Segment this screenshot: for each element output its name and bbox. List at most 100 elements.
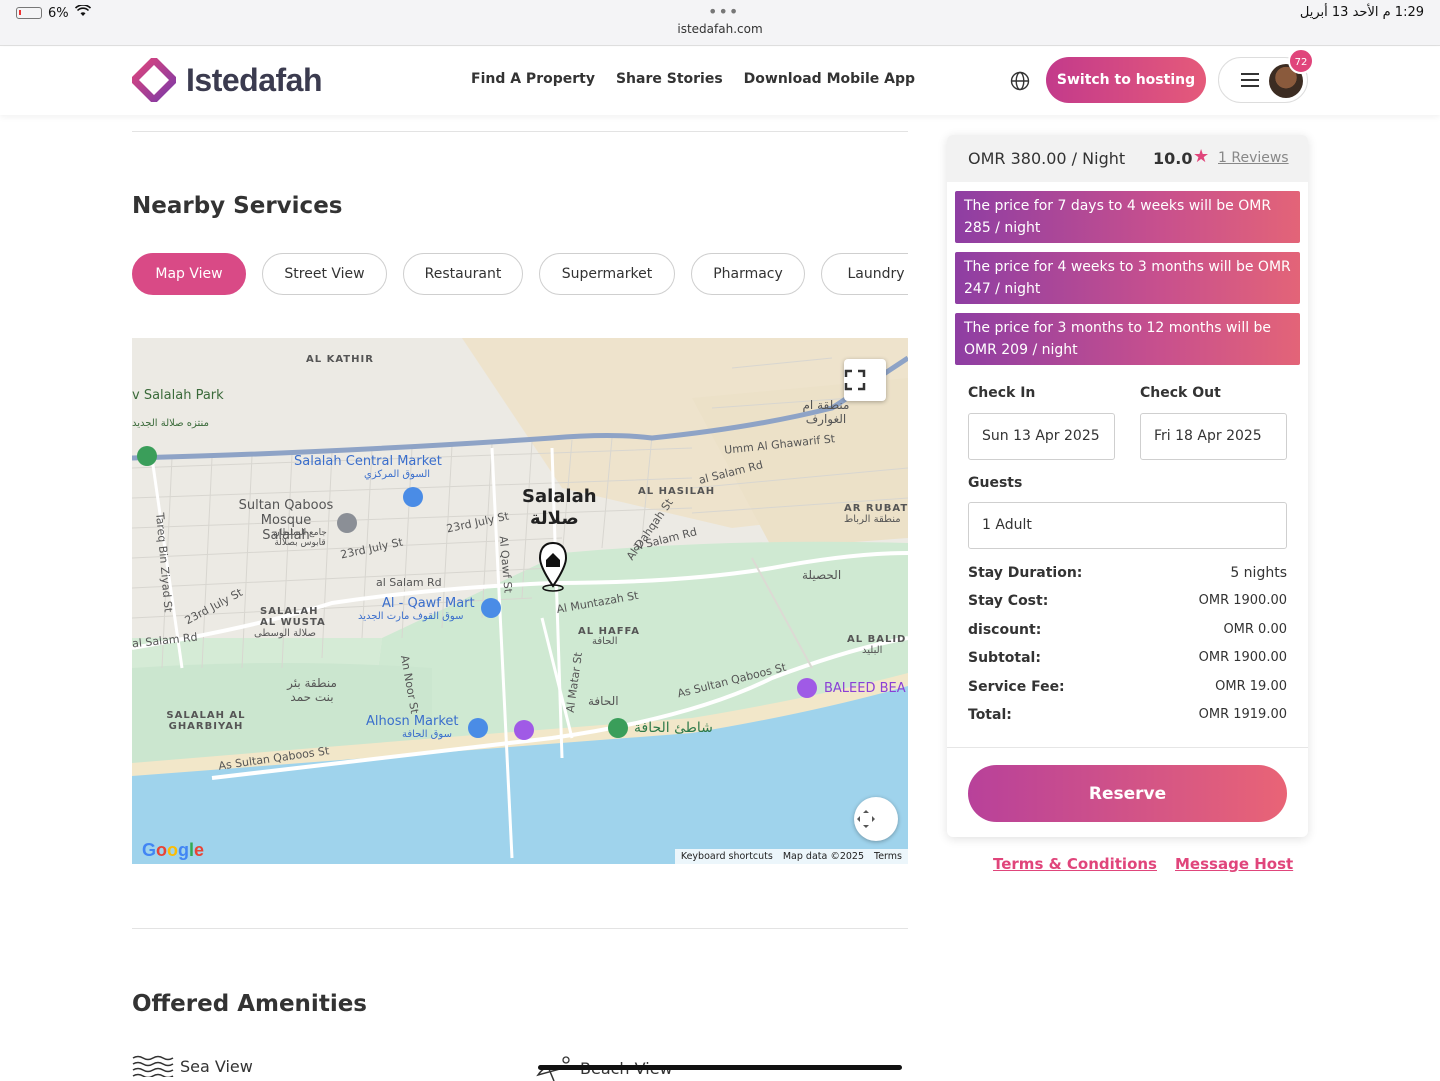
map-label-ar-rubat-ar: منطقة الرباط [844, 514, 901, 525]
star-icon: ★ [1193, 146, 1210, 167]
summary-row-service-fee: Service Fee: OMR 19.00 [968, 679, 1287, 695]
map-data-text: Map data ©2025 [782, 851, 865, 862]
brand-logo[interactable]: Istedafah [132, 58, 322, 102]
battery-percent: 6% [48, 5, 69, 21]
map-label-al-balid-ar: البليد [862, 645, 883, 656]
summary-value: OMR 1900.00 [1198, 650, 1287, 665]
map-label-bir-hamad-ar: منطقة بئر بنت حمد [287, 676, 337, 704]
booking-links: Terms & Conditions Message Host [993, 855, 1293, 873]
summary-label: Service Fee: [968, 679, 1065, 695]
map-label-gharbiyah: SALALAH AL GHARBIYAH [166, 710, 246, 732]
tab-laundry[interactable]: Laundry [821, 253, 908, 295]
map-label-haffa-beach-ar: شاطئ الحافة [634, 720, 713, 736]
map-attribution: Keyboard shortcuts Map data ©2025 Terms [674, 849, 908, 864]
map-view[interactable]: AL KATHIR v Salalah Park منتزه صلالة الج… [132, 338, 908, 864]
map-label-city-ar: صلالة [530, 508, 579, 529]
main-nav: Find A Property Share Stories Download M… [471, 71, 915, 87]
home-indicator[interactable] [538, 1065, 902, 1070]
reserve-button[interactable]: Reserve [968, 765, 1287, 822]
google-logo: Google [142, 840, 205, 860]
map-label-city: Salalah [522, 486, 597, 507]
tab-dots-icon[interactable]: ••• [708, 2, 739, 21]
nearby-tabs: Map View Street View Restaurant Supermar… [132, 253, 908, 297]
map-label-central-market-ar: السوق المركزي [364, 469, 431, 480]
address-bar-url[interactable]: istedafah.com [0, 22, 1440, 36]
promo-banner: The price for 7 days to 4 weeks will be … [955, 191, 1300, 243]
tab-restaurant[interactable]: Restaurant [403, 253, 523, 295]
reviews-link[interactable]: 1 Reviews [1218, 150, 1289, 166]
terms-link[interactable]: Terms & Conditions [993, 855, 1157, 873]
promo-banner: The price for 3 months to 12 months will… [955, 313, 1300, 365]
map-canvas [132, 338, 908, 864]
summary-row-discount: discount: OMR 0.00 [968, 622, 1287, 638]
check-out-field[interactable]: Fri 18 Apr 2025 [1140, 413, 1287, 460]
section-divider [132, 928, 908, 929]
nav-download-app[interactable]: Download Mobile App [744, 71, 915, 87]
map-terms-link[interactable]: Terms [874, 849, 902, 864]
check-out-label: Check Out [1140, 385, 1221, 401]
wifi-icon [74, 4, 91, 21]
summary-value: OMR 1919.00 [1198, 707, 1287, 722]
summary-label: discount: [968, 622, 1042, 638]
globe-icon[interactable] [1010, 71, 1030, 95]
keyboard-shortcuts-link[interactable]: Keyboard shortcuts [681, 849, 773, 864]
check-in-field[interactable]: Sun 13 Apr 2025 [968, 413, 1115, 460]
pan-control-button[interactable] [854, 797, 898, 841]
map-label-alhosn-market: Alhosn Market [366, 714, 459, 729]
check-in-label: Check In [968, 385, 1036, 401]
amenity-sea-view: Sea View [132, 1055, 253, 1077]
tab-supermarket[interactable]: Supermarket [539, 253, 675, 295]
nightly-price: OMR 380.00 / Night [968, 149, 1126, 168]
status-time-date: 1:29 م الأحد 13 أبريل [1299, 5, 1424, 20]
map-label-ar-rubat: AR RUBAT [844, 503, 908, 514]
map-label-al-salam-rd-west: al Salam Rd [376, 576, 442, 589]
summary-row-subtotal: Subtotal: OMR 1900.00 [968, 650, 1287, 666]
fullscreen-button[interactable] [844, 359, 886, 401]
booking-card: OMR 380.00 / Night 10.0 ★ 1 Reviews The … [947, 135, 1308, 837]
map-label-umm-al-ghawarif-ar: منطقة ام الغوارف [802, 398, 850, 426]
map-label-al-husayla-ar: الحصيلة [802, 568, 842, 582]
site-header: Istedafah Find A Property Share Stories … [0, 47, 1440, 115]
section-divider [132, 131, 908, 132]
nearby-services-title: Nearby Services [132, 193, 343, 219]
map-label-alhosn-market-ar: سوق الحافة [402, 729, 452, 740]
battery-icon [16, 7, 42, 19]
map-label-mosque-ar: جامع السلطان قابوس بصلالة [273, 528, 327, 548]
map-label-central-market: Salalah Central Market [294, 454, 442, 469]
map-label-salalah-wusta-ar: صلالة الوسطى [254, 628, 316, 639]
fullscreen-icon [844, 369, 866, 391]
amenities-title: Offered Amenities [132, 991, 367, 1017]
summary-value: OMR 19.00 [1215, 679, 1287, 694]
card-divider [947, 747, 1308, 748]
nav-share-stories[interactable]: Share Stories [616, 71, 723, 87]
promo-banner: The price for 4 weeks to 3 months will b… [955, 252, 1300, 304]
map-label-salalah-wusta: SALALAH AL WUSTA [260, 606, 326, 628]
summary-label: Stay Duration: [968, 565, 1083, 581]
brand-name: Istedafah [186, 61, 322, 98]
summary-row-duration: Stay Duration: 5 nights [968, 565, 1287, 581]
status-left: 6% [16, 4, 91, 21]
map-label-al-hasilah: AL HASILAH [638, 486, 716, 497]
summary-label: Subtotal: [968, 650, 1041, 666]
nav-find-property[interactable]: Find A Property [471, 71, 595, 87]
map-label-al-haffa-ar-2: الحافة [588, 694, 619, 708]
pan-icon [857, 810, 875, 828]
tab-map-view[interactable]: Map View [132, 253, 246, 295]
waves-icon [132, 1055, 174, 1077]
notification-badge: 72 [1288, 48, 1314, 74]
map-label-qawf-mart: Al - Qawf Mart [382, 596, 475, 611]
summary-value: OMR 1900.00 [1198, 593, 1287, 608]
summary-value: 5 nights [1230, 565, 1287, 581]
map-label-al-haffa-ar: الحافة [592, 636, 618, 647]
hamburger-icon [1241, 73, 1259, 91]
switch-to-hosting-button[interactable]: Switch to hosting [1046, 57, 1206, 103]
map-label-al-kathir: AL KATHIR [306, 354, 374, 365]
tab-street-view[interactable]: Street View [262, 253, 387, 295]
message-host-link[interactable]: Message Host [1175, 855, 1293, 873]
summary-label: Stay Cost: [968, 593, 1049, 609]
summary-row-total: Total: OMR 1919.00 [968, 707, 1287, 723]
amenity-label: Sea View [180, 1056, 253, 1076]
tab-pharmacy[interactable]: Pharmacy [691, 253, 805, 295]
map-label-al-balid: AL BALID [847, 634, 907, 645]
guests-field[interactable]: 1 Adult [968, 502, 1287, 549]
